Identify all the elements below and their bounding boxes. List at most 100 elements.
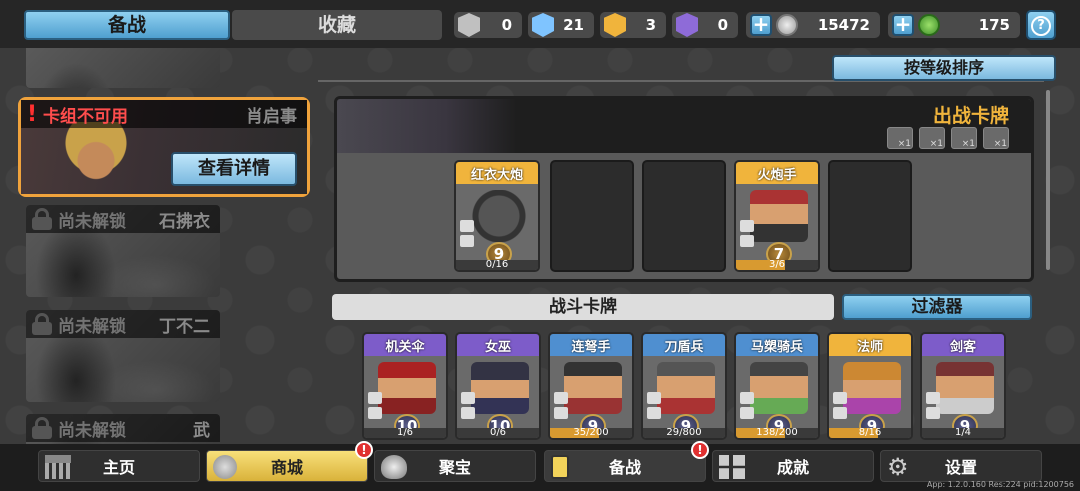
- unit-card-count: 1/6: [364, 428, 446, 438]
- unit-card[interactable]: 女巫 10 0/6: [455, 332, 541, 440]
- lock-icon: [32, 208, 52, 230]
- deck-hero-name: 石拂衣: [159, 211, 210, 232]
- deck-status: 尚未解锁: [58, 316, 126, 337]
- nav-prep[interactable]: 备战 !: [544, 441, 709, 482]
- unit-stat-icons: [368, 392, 384, 422]
- lock-icon: [32, 417, 52, 439]
- skull-icon: [833, 392, 847, 404]
- nav-achievements[interactable]: 成就: [712, 450, 874, 482]
- add-green-currency-button[interactable]: +: [892, 14, 914, 36]
- green-currency-value: 175: [978, 16, 1010, 34]
- unit-card[interactable]: 剑客 9 1/4: [920, 332, 1006, 440]
- battle-slot-card[interactable]: 红衣大炮 9 0/16: [454, 160, 540, 272]
- resource-value: 0: [501, 16, 512, 34]
- unit-card[interactable]: 法师 9 8/16: [827, 332, 913, 440]
- unit-name: 剑客: [949, 340, 976, 355]
- crossbowman-unit-art: [564, 362, 622, 414]
- sword-icon: [368, 392, 382, 404]
- nav-label: 成就: [776, 458, 809, 477]
- sword-icon: [460, 235, 474, 247]
- scrollbar[interactable]: [1046, 90, 1050, 270]
- nav-treasure[interactable]: 聚宝: [374, 450, 536, 482]
- blue-gem-icon: [532, 13, 554, 37]
- battle-slot-card[interactable]: 火炮手 7 3/6: [734, 160, 820, 272]
- sword-icon: [740, 220, 754, 232]
- helmet-icon: [833, 407, 847, 419]
- nav-label: 设置: [944, 458, 977, 477]
- empty-battle-slot[interactable]: [642, 160, 726, 272]
- tab-battle-cards[interactable]: 战斗卡牌: [332, 294, 834, 320]
- purple-gem-icon: [676, 13, 698, 37]
- filter-button[interactable]: 过滤器: [842, 294, 1032, 320]
- lancer-unit-art: [750, 362, 808, 414]
- nav-label: 主页: [102, 458, 135, 477]
- gold-gem-icon: [604, 13, 626, 37]
- helmet-icon: [740, 407, 754, 419]
- modifier-multiplier: ×1: [897, 139, 911, 149]
- empty-battle-slot[interactable]: [828, 160, 912, 272]
- deck-header: ! 卡组不可用 肖启事: [21, 100, 307, 128]
- helmet-icon: [461, 407, 475, 419]
- deck-slot-top-partial[interactable]: [26, 48, 220, 88]
- deck-selected[interactable]: ! 卡组不可用 肖启事 查看详情: [18, 97, 310, 197]
- cannon-unit-art: [470, 190, 528, 242]
- unit-name: 法师: [856, 340, 883, 355]
- unit-card[interactable]: 机关伞 10 1/6: [362, 332, 448, 440]
- nav-settings[interactable]: ⚙ 设置: [880, 450, 1042, 482]
- deck-header: 尚未解锁 武: [26, 414, 220, 442]
- unit-card-count: 3/6: [736, 260, 818, 270]
- unit-card-count: 138/200: [736, 428, 818, 438]
- unit-stat-icons: [926, 392, 942, 422]
- nav-home[interactable]: 主页: [38, 450, 200, 482]
- deck-hero-name: 武: [193, 420, 210, 441]
- resource-gold-gem: 3: [600, 12, 666, 38]
- shield-icon: [647, 407, 661, 419]
- resource-value: 21: [563, 16, 584, 34]
- resource-silver-coins: + 15472: [746, 12, 880, 38]
- deck-header: 尚未解锁 石拂衣: [26, 205, 220, 233]
- tab-collection[interactable]: 收藏: [232, 10, 442, 40]
- deck-locked-1[interactable]: 尚未解锁 石拂衣: [26, 205, 220, 297]
- add-coins-button[interactable]: +: [750, 14, 772, 36]
- resource-green-currency: + 175: [888, 12, 1020, 38]
- helmet-icon: [368, 407, 382, 419]
- silver-coin-icon: [776, 14, 798, 36]
- unit-stat-icons: [647, 392, 663, 422]
- sword-modifier-icon: ×1: [951, 127, 977, 149]
- helmet-icon: [740, 235, 754, 247]
- view-details-button[interactable]: 查看详情: [171, 152, 297, 186]
- help-button[interactable]: ?: [1026, 10, 1056, 40]
- deck-status: 尚未解锁: [58, 211, 126, 232]
- unit-card-count: 29/800: [643, 428, 725, 438]
- helmet-icon: [926, 407, 940, 419]
- helmet-modifier-icon: ×1: [983, 127, 1009, 149]
- lock-icon: [32, 313, 52, 335]
- deck-hero-name: 肖启事: [246, 106, 297, 127]
- unit-card-count: 35/200: [550, 428, 632, 438]
- horse-icon: [740, 392, 754, 404]
- deck-locked-2[interactable]: 尚未解锁 丁不二: [26, 310, 220, 402]
- sword-icon: [926, 392, 940, 404]
- sort-by-level-button[interactable]: 按等级排序: [832, 55, 1056, 81]
- resource-blue-gem: 21: [528, 12, 594, 38]
- modifier-multiplier: ×1: [993, 139, 1007, 149]
- unit-card-count: 8/16: [829, 428, 911, 438]
- helmet-icon: [554, 407, 568, 419]
- unit-card[interactable]: 刀盾兵 9 29/800: [641, 332, 727, 440]
- prep-notification-badge: !: [691, 441, 709, 459]
- nav-shop[interactable]: 商城 !: [206, 441, 373, 482]
- mage-unit-art: [843, 362, 901, 414]
- tab-prep[interactable]: 备战: [24, 10, 230, 40]
- unit-card[interactable]: 连弩手 9 35/200: [548, 332, 634, 440]
- deck-status: 卡组不可用: [43, 106, 129, 127]
- nav-label: 备战: [608, 458, 641, 477]
- unit-card-count: 0/16: [456, 260, 538, 270]
- unit-card[interactable]: 马槊骑兵 9 138/200: [734, 332, 820, 440]
- empty-battle-slot[interactable]: [550, 160, 634, 272]
- unit-stat-icons: [461, 392, 477, 422]
- unit-stat-icons: [740, 220, 756, 250]
- top-bar: 备战 收藏 0 21 3 0 + 15472 + 175 ?: [0, 0, 1080, 48]
- wall-modifier-icon: ×1: [887, 127, 913, 149]
- umbrella-unit-art: [378, 362, 436, 414]
- version-text: App: 1.2.0.160 Res:224 pid:1200756: [926, 480, 1074, 489]
